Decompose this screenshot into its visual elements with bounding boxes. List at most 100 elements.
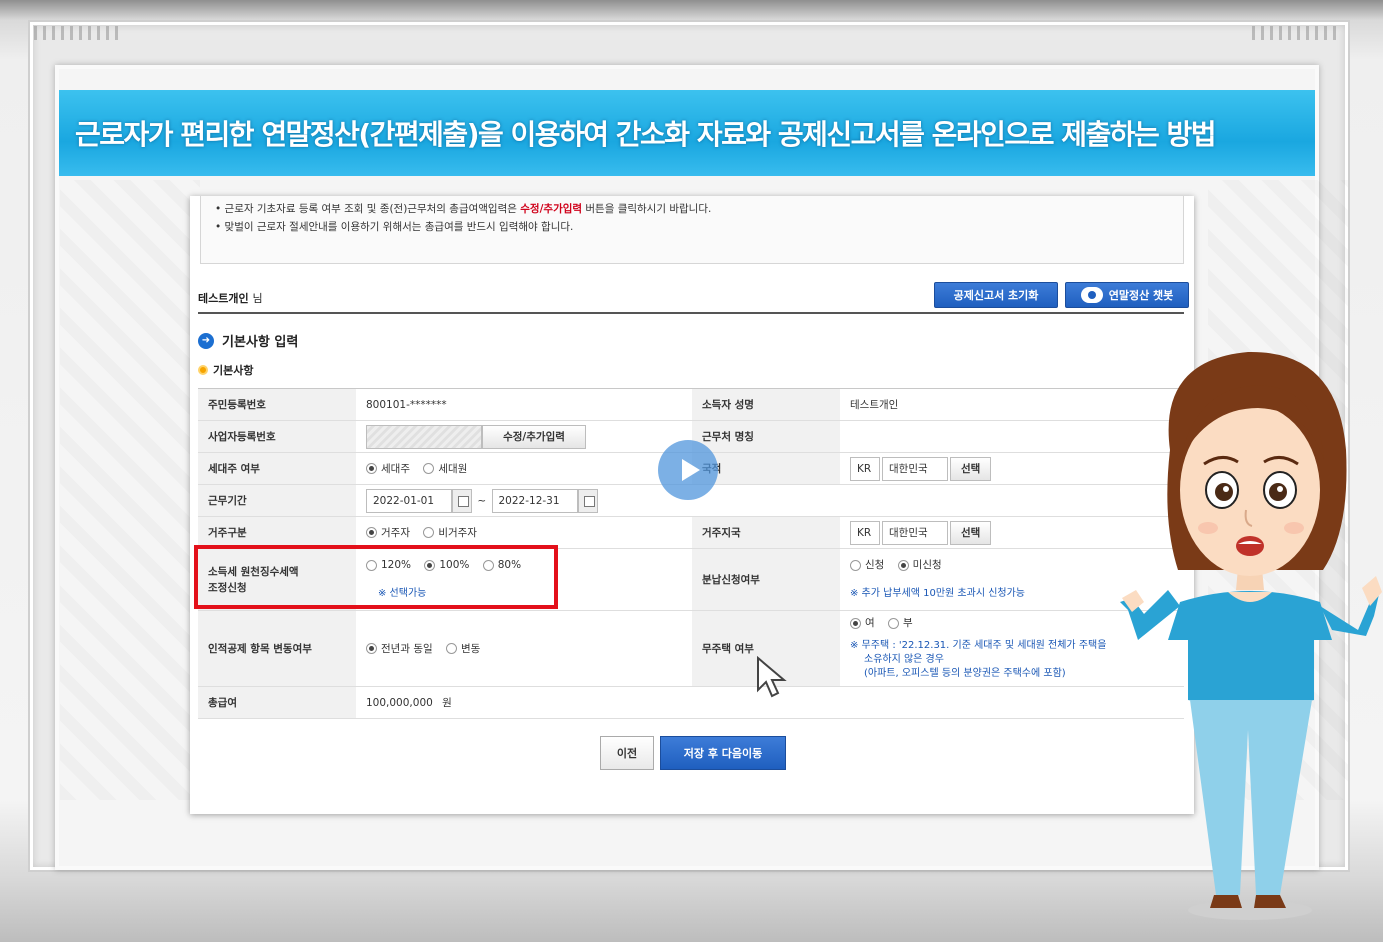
prev-button[interactable]: 이전: [600, 736, 654, 770]
period-start-input[interactable]: 2022-01-01: [366, 488, 452, 513]
radio-label: 세대주: [381, 462, 410, 475]
radio-installment-apply[interactable]: 신청: [850, 552, 884, 578]
radio-icon: [366, 462, 377, 474]
radio-homeless-no[interactable]: 부: [888, 616, 913, 630]
title-banner: 근로자가 편리한 연말정산(간편제출)을 이용하여 간소화 자료와 공제신고서를…: [59, 90, 1315, 176]
installment-label: 분납신청여부: [692, 548, 840, 611]
radio-nonresident[interactable]: 비거주자: [423, 525, 477, 540]
user-name-suffix: 님: [252, 292, 263, 305]
residence-name-input[interactable]: 대한민국: [882, 520, 948, 545]
radio-withholding-120[interactable]: 120%: [366, 552, 411, 578]
head-label: 세대주 여부: [198, 452, 356, 485]
radio-head-member[interactable]: 세대원: [423, 461, 467, 476]
form-panel: • 근로자 기초자료 등록 여부 조회 및 종(전)근무처의 총급여액입력은 수…: [190, 196, 1194, 814]
edit-add-button[interactable]: 수정/추가입력: [482, 424, 586, 449]
radio-installment-none[interactable]: 미신청: [897, 552, 942, 578]
play-icon: [681, 459, 700, 481]
decor-pattern-right: [1252, 26, 1342, 40]
section-title: ➜ 기본사항 입력: [198, 331, 298, 350]
period-label: 근무기간: [198, 484, 356, 517]
table-row: 주민등록번호 800101-******* 소득자 성명 테스트개인: [198, 388, 1184, 421]
notice-line-2: • 맞벌이 근로자 절세안내를 이용하기 위해서는 총급여를 반드시 입력해야 …: [215, 221, 574, 233]
withholding-label-line: 조정신청: [208, 581, 247, 594]
nationality-select-button[interactable]: 선택: [950, 456, 992, 481]
arrow-circle-icon: ➜: [198, 332, 214, 349]
personal-radios: 전년과 동일 변동: [356, 610, 692, 687]
radio-icon: [424, 559, 436, 571]
nationality-code-input[interactable]: KR: [850, 456, 880, 481]
radio-withholding-80[interactable]: 80%: [482, 552, 522, 578]
notice-text: 버튼을 클릭하시기 바랍니다.: [582, 203, 712, 215]
withholding-cell: 120% 100% 80% ※ 선택가능: [356, 548, 692, 611]
radio-head-householder[interactable]: 세대주: [366, 461, 410, 476]
residence-select-button[interactable]: 선택: [950, 520, 992, 545]
biz-no-input[interactable]: [366, 424, 482, 449]
reset-form-button[interactable]: 공제신고서 초기화: [934, 282, 1058, 308]
radio-label: 비거주자: [438, 526, 477, 539]
radio-label: 전년과 동일: [381, 642, 433, 655]
radio-label: 미신청: [912, 559, 942, 572]
radio-icon: [423, 462, 435, 474]
calendar-icon[interactable]: [577, 488, 598, 513]
radio-label: 거주자: [381, 526, 410, 539]
play-button[interactable]: [658, 440, 718, 500]
total-pay-unit: 원: [442, 697, 452, 709]
period-end-input[interactable]: 2022-12-31: [491, 488, 578, 513]
residence-code-input[interactable]: KR: [850, 520, 880, 545]
table-row: 소득세 원천징수세액 조정신청 120% 100% 80% ※ 선택가능 분납신…: [198, 548, 1184, 611]
save-next-button[interactable]: 저장 후 다음이동: [660, 736, 786, 770]
notice-line-1: • 근로자 기초자료 등록 여부 조회 및 종(전)근무처의 총급여액입력은 수…: [215, 200, 1169, 218]
chatbot-button[interactable]: 연말정산 챗봇: [1065, 282, 1189, 308]
radio-icon: [897, 559, 909, 571]
notice-box: • 근로자 기초자료 등록 여부 조회 및 종(전)근무처의 총급여액입력은 수…: [200, 196, 1184, 264]
radio-personal-change[interactable]: 변동: [445, 641, 480, 656]
nationality-name-input[interactable]: 대한민국: [882, 456, 948, 481]
withholding-note: ※ 선택가능: [378, 587, 427, 599]
personal-label: 인적공제 항목 변동여부: [198, 610, 356, 687]
radio-withholding-100[interactable]: 100%: [424, 552, 469, 578]
residence-radios: 거주자 비거주자: [356, 516, 692, 549]
radio-icon: [445, 642, 457, 654]
radio-icon: [850, 559, 861, 571]
radio-icon: [366, 526, 377, 538]
empty-label: [692, 484, 840, 517]
head-radios: 세대주 세대원: [356, 452, 692, 485]
radio-label: 부: [903, 617, 913, 630]
withholding-label-line: 소득세 원천징수세액: [208, 565, 299, 578]
calendar-icon[interactable]: [452, 488, 472, 513]
total-pay-label: 총급여: [198, 686, 356, 719]
notice-text: • 근로자 기초자료 등록 여부 조회 및 종(전)근무처의 총급여액입력은: [215, 203, 521, 215]
resident-no-value: 800101-*******: [356, 388, 692, 421]
sub-title-text: 기본사항: [213, 364, 254, 377]
bullet-icon: [198, 365, 208, 375]
sub-title: 기본사항: [198, 362, 253, 378]
radio-icon: [850, 617, 861, 629]
page-title: 근로자가 편리한 연말정산(간편제출)을 이용하여 간소화 자료와 공제신고서를…: [75, 118, 1217, 151]
resident-no-label: 주민등록번호: [198, 388, 356, 421]
presenter-character: [1120, 351, 1382, 920]
radio-personal-same[interactable]: 전년과 동일: [366, 641, 433, 656]
biz-no-cell: 수정/추가입력: [356, 420, 692, 453]
bottom-buttons: 이전 저장 후 다음이동: [600, 736, 786, 770]
residence-label: 거주구분: [198, 516, 356, 549]
withholding-label: 소득세 원천징수세액 조정신청: [198, 548, 356, 611]
radio-label: 신청: [865, 559, 885, 572]
chatbot-icon: [1080, 287, 1103, 303]
notice-highlight: 수정/추가입력: [520, 203, 583, 215]
table-row: 거주구분 거주자 비거주자 거주지국 KR 대한민국 선택: [198, 516, 1184, 549]
decor-pattern-left: [34, 26, 124, 40]
user-name-text: 테스트개인: [198, 292, 249, 305]
radio-homeless-yes[interactable]: 여: [850, 616, 875, 630]
user-name: 테스트개인 님: [198, 290, 263, 306]
radio-icon: [366, 642, 377, 654]
workplace-label: 근무처 명칭: [692, 420, 840, 453]
radio-label: 세대원: [438, 462, 468, 475]
total-pay-cell: 100,000,000 원: [356, 686, 692, 719]
user-row: 테스트개인 님 공제신고서 초기화 연말정산 챗봇: [198, 282, 1189, 314]
radio-label: 80%: [497, 559, 522, 572]
radio-label: 100%: [439, 559, 470, 572]
basic-info-table: 주민등록번호 800101-******* 소득자 성명 테스트개인 사업자등록…: [198, 388, 1184, 719]
radio-icon: [366, 559, 377, 571]
cursor-icon: [757, 656, 787, 698]
radio-resident[interactable]: 거주자: [366, 525, 410, 540]
